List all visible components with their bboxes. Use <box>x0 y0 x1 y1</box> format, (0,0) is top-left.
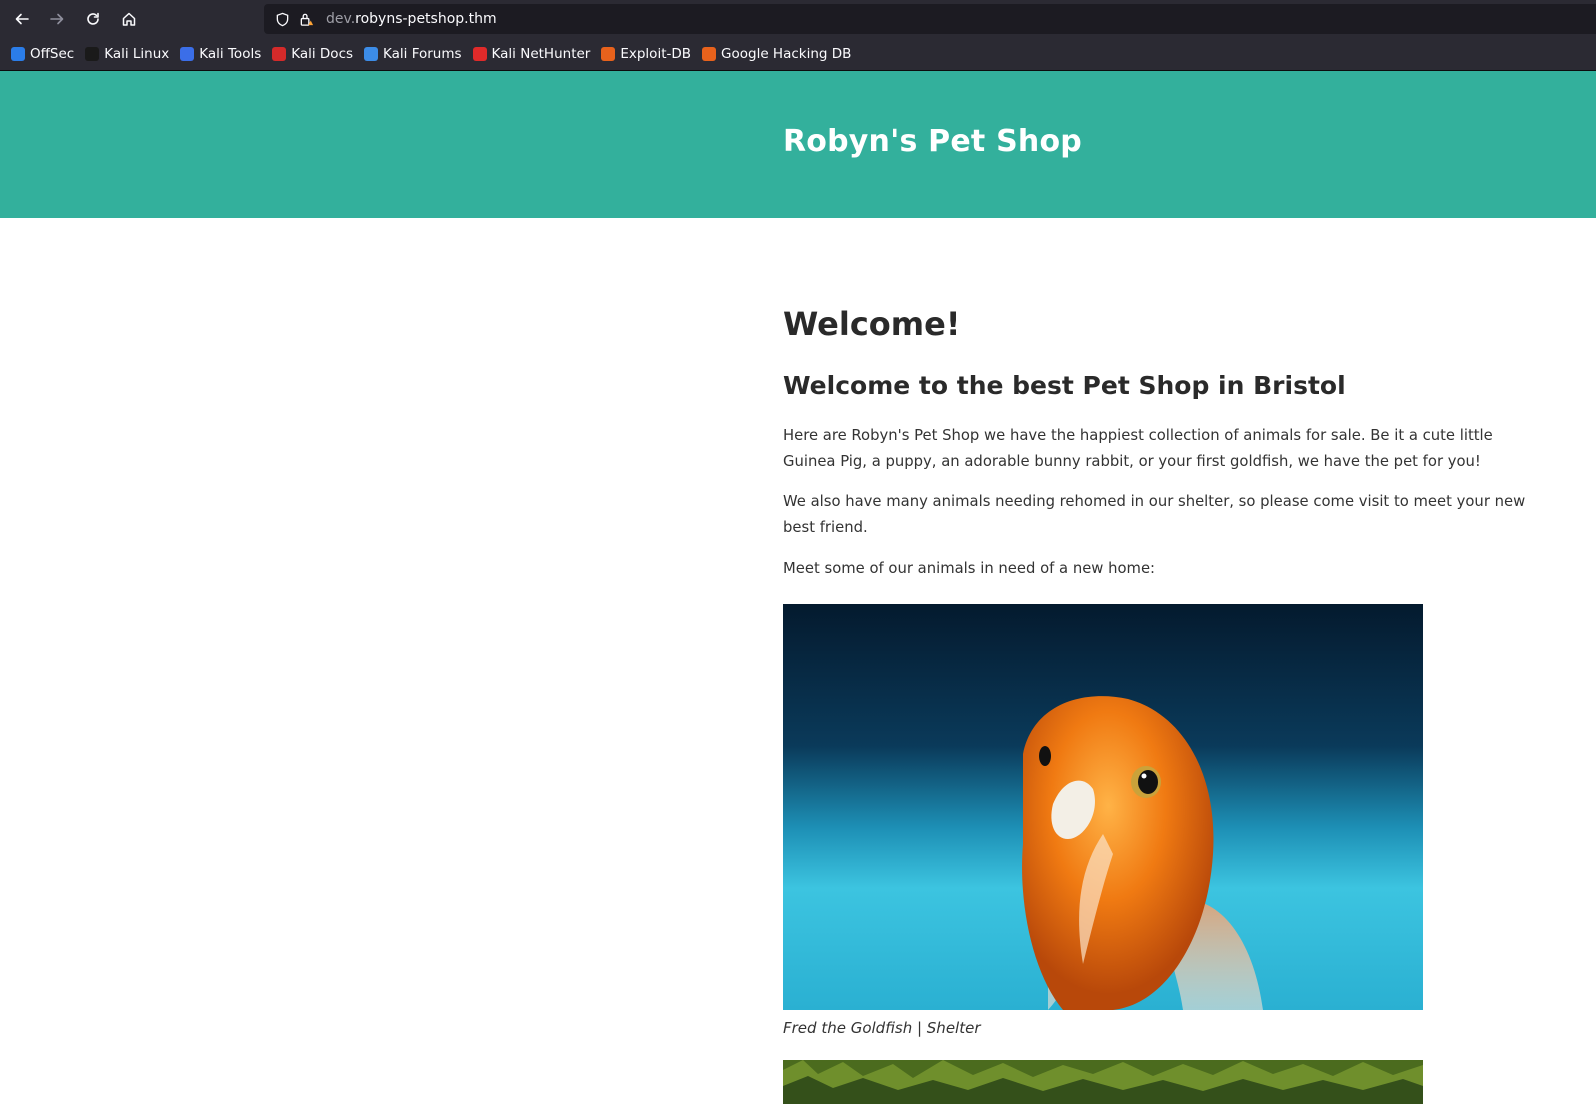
bookmark-label: Kali Linux <box>104 46 170 62</box>
offsec-icon <box>11 47 25 61</box>
url-domain: robyns-petshop.thm <box>355 11 497 27</box>
shelter-paragraph: We also have many animals needing rehome… <box>783 493 1526 536</box>
kali-docs-icon <box>272 47 287 61</box>
kali-tools-icon <box>180 47 195 61</box>
bookmark-label: OffSec <box>30 46 75 62</box>
browser-toolbar: dev.robyns-petshop.thm <box>0 0 1596 38</box>
bookmark-kali-docs[interactable]: Kali Docs <box>269 42 359 66</box>
back-icon[interactable] <box>10 7 34 31</box>
bookmark-label: Kali Forums <box>383 46 462 62</box>
goldfish-caption: Fred the Goldfish | Shelter <box>783 1019 981 1037</box>
kali-dragon-icon <box>85 47 100 61</box>
page-subheading: Welcome to the best Pet Shop in Bristol <box>783 371 1346 400</box>
bookmark-kali-nethunter[interactable]: Kali NetHunter <box>470 42 597 66</box>
reload-icon[interactable] <box>81 7 105 31</box>
url-text[interactable]: dev.robyns-petshop.thm <box>326 11 497 27</box>
site-title[interactable]: Robyn's Pet Shop <box>783 124 1082 159</box>
url-subdomain: dev. <box>326 11 356 27</box>
bookmark-google-hacking-db[interactable]: Google Hacking DB <box>699 42 857 66</box>
meet-animals-paragraph: Meet some of our animals in need of a ne… <box>783 560 1156 577</box>
bookmark-kali-forums[interactable]: Kali Forums <box>361 42 468 66</box>
bookmark-label: Kali NetHunter <box>491 46 591 62</box>
ghdb-icon <box>702 47 717 61</box>
grass-photo <box>783 1060 1423 1104</box>
shield-icon[interactable] <box>272 9 292 29</box>
page-heading: Welcome! <box>783 305 961 343</box>
bookmark-label: Google Hacking DB <box>721 46 852 62</box>
exploit-db-icon <box>601 47 616 61</box>
main-content: Welcome! Welcome to the best Pet Shop in… <box>783 290 1543 582</box>
insecure-lock-icon[interactable] <box>296 9 316 29</box>
intro-paragraph: Here are Robyn's Pet Shop we have the ha… <box>783 427 1493 470</box>
bookmark-label: Exploit-DB <box>620 46 692 62</box>
bookmark-kali-linux[interactable]: Kali Linux <box>82 42 175 66</box>
bookmark-exploit-db[interactable]: Exploit-DB <box>598 42 697 66</box>
goldfish-photo <box>783 604 1423 1010</box>
home-icon[interactable] <box>117 7 141 31</box>
bookmark-kali-tools[interactable]: Kali Tools <box>177 42 267 66</box>
bookmarks-toolbar: OffSec Kali Linux Kali Tools Kali Docs K… <box>0 38 1596 71</box>
forward-icon[interactable] <box>45 7 69 31</box>
kali-forums-icon <box>364 47 379 61</box>
bookmark-offsec[interactable]: OffSec <box>8 42 80 66</box>
nethunter-icon <box>472 47 487 61</box>
bookmark-label: Kali Docs <box>291 46 354 62</box>
address-bar[interactable]: dev.robyns-petshop.thm <box>264 4 1596 34</box>
bookmark-label: Kali Tools <box>199 46 262 62</box>
